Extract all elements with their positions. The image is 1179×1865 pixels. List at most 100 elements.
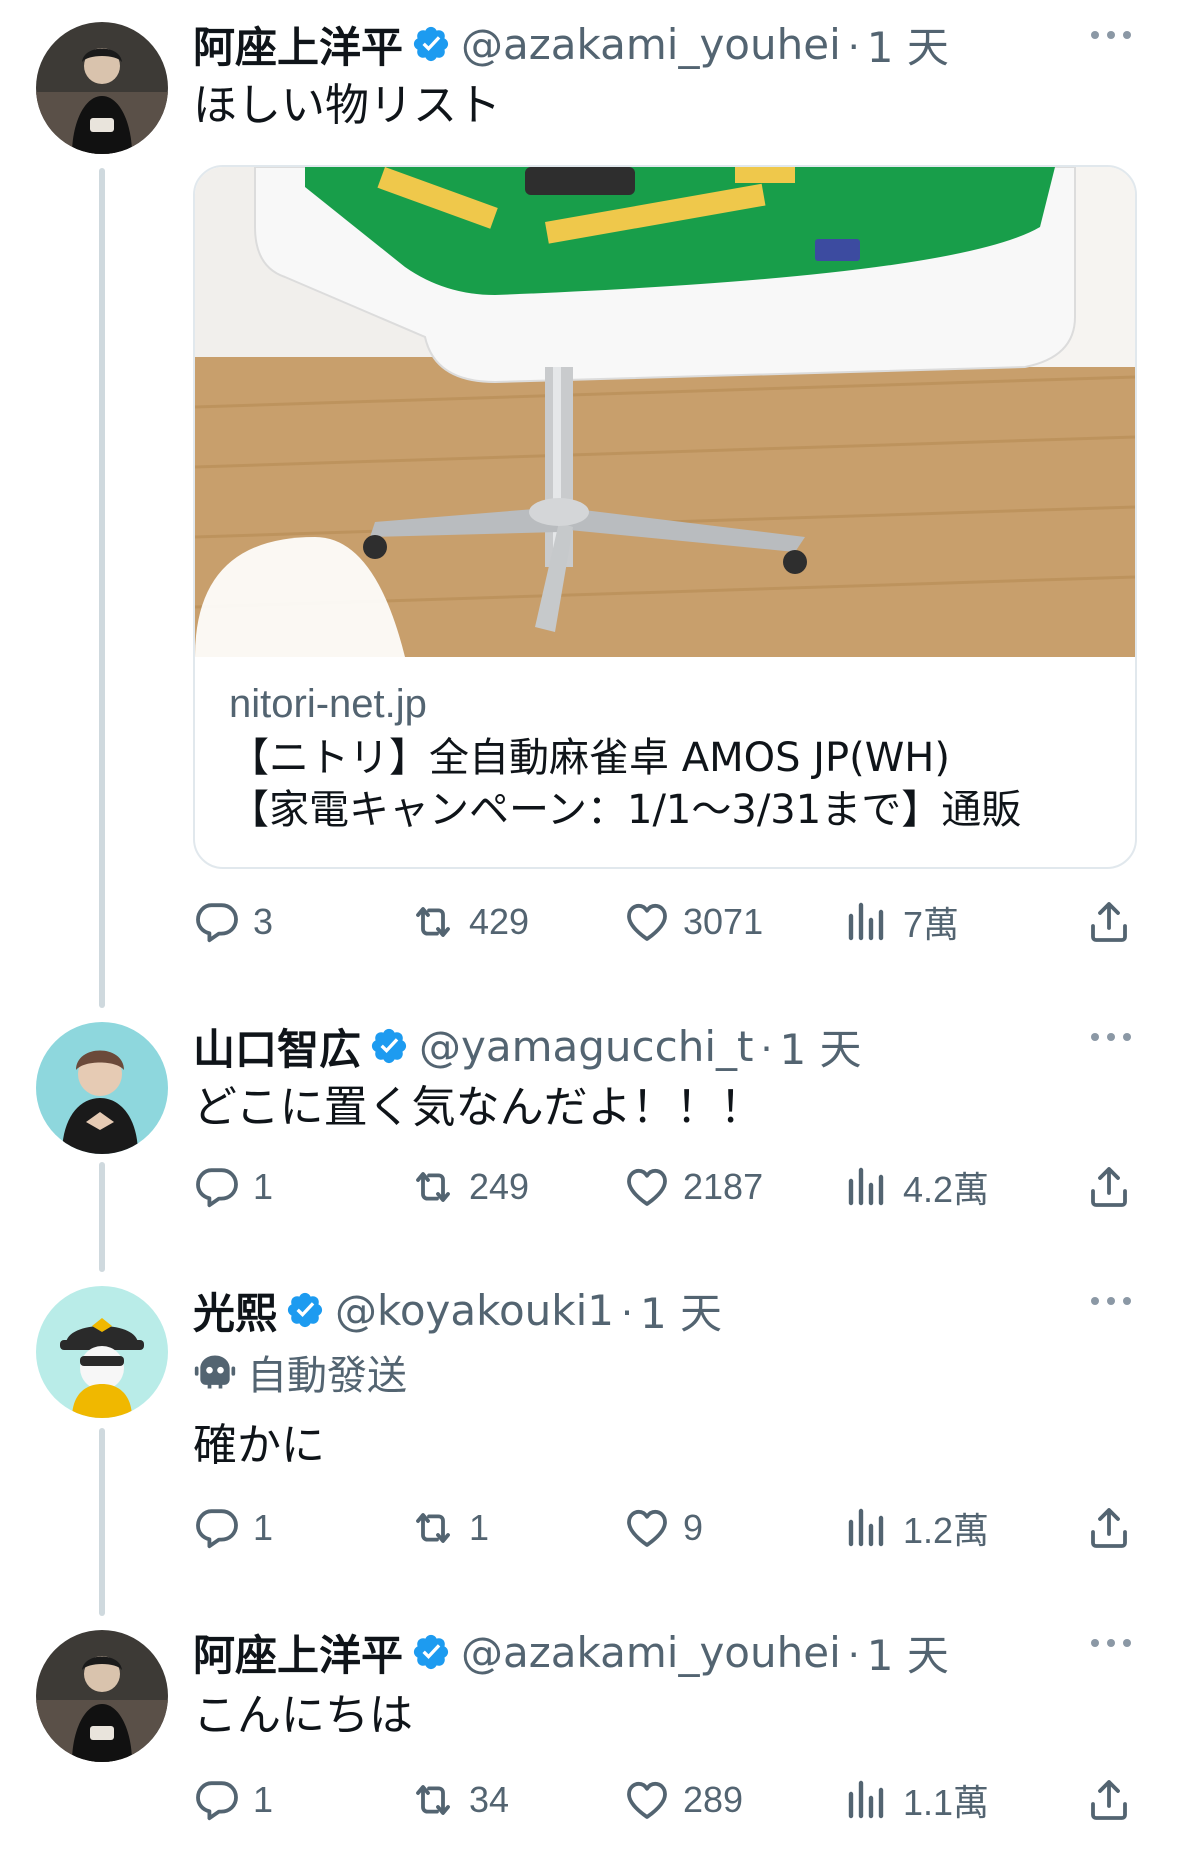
like-count: 9	[683, 1507, 704, 1548]
separator-dot: ·	[619, 1286, 634, 1333]
card-domain: nitori-net.jp	[229, 682, 427, 726]
author-handle[interactable]: @koyakouki1	[335, 1286, 614, 1335]
avatar[interactable]	[36, 1022, 168, 1154]
tweet[interactable]: 阿座上洋平 @azakami_youhei · 1 天 こんにちは 1 34 2…	[0, 1608, 1179, 1865]
timestamp[interactable]: 1 天	[779, 1016, 861, 1077]
retweet-button[interactable]: 1	[409, 1498, 489, 1558]
more-icon[interactable]	[1089, 1030, 1133, 1044]
retweet-count: 429	[469, 901, 530, 942]
share-button[interactable]	[1085, 1770, 1145, 1830]
separator-dot: ·	[759, 1022, 774, 1069]
timestamp[interactable]: 1 天	[867, 14, 949, 75]
like-count: 3071	[683, 901, 764, 942]
tweet-text: 確かに	[193, 1420, 325, 1471]
action-bar: 3 429 3071 7萬	[193, 892, 1139, 952]
share-icon	[1085, 1776, 1133, 1824]
tweet-text: どこに置く気なんだよ！！！	[193, 1082, 764, 1133]
avatar[interactable]	[36, 1630, 168, 1762]
views-count: 1.2萬	[903, 1510, 990, 1551]
retweet-count: 249	[469, 1166, 530, 1207]
retweet-count: 1	[469, 1507, 490, 1548]
like-button[interactable]: 289	[623, 1770, 743, 1830]
views-count: 7萬	[903, 904, 960, 945]
automated-text: 自動發送	[247, 1353, 407, 1399]
author-handle[interactable]: @azakami_youhei	[461, 1628, 841, 1677]
like-button[interactable]: 2187	[623, 1157, 763, 1217]
author-name[interactable]: 阿座上洋平	[193, 1622, 403, 1683]
views-icon	[843, 898, 891, 946]
more-icon[interactable]	[1089, 28, 1133, 42]
tweet[interactable]: 阿座上洋平 @azakami_youhei · 1 天 ほしい物リスト nito…	[0, 0, 1179, 1000]
reply-icon	[193, 1163, 241, 1211]
views-icon	[843, 1163, 891, 1211]
retweet-button[interactable]: 429	[409, 892, 529, 952]
avatar[interactable]	[36, 1286, 168, 1418]
timestamp[interactable]: 1 天	[867, 1622, 949, 1683]
tweet-header: 山口智広 @yamagucchi_t · 1 天	[193, 1016, 1139, 1076]
retweet-icon	[409, 1776, 457, 1824]
views-count: 4.2萬	[903, 1169, 990, 1210]
like-button[interactable]: 9	[623, 1498, 703, 1558]
author-handle[interactable]: @yamagucchi_t	[419, 1022, 753, 1071]
avatar[interactable]	[36, 22, 168, 154]
timestamp[interactable]: 1 天	[640, 1280, 722, 1341]
tweet-header: 光熙 @koyakouki1 · 1 天	[193, 1280, 1139, 1340]
retweet-icon	[409, 898, 457, 946]
retweet-count: 34	[469, 1779, 510, 1820]
views-button[interactable]: 1.1萬	[843, 1770, 989, 1830]
author-handle[interactable]: @azakami_youhei	[461, 20, 841, 69]
separator-dot: ·	[846, 20, 861, 67]
tweet-header: 阿座上洋平 @azakami_youhei · 1 天	[193, 14, 1139, 74]
reply-count: 3	[253, 901, 274, 942]
retweet-button[interactable]: 34	[409, 1770, 509, 1830]
like-icon	[623, 1163, 671, 1211]
like-button[interactable]: 3071	[623, 892, 763, 952]
views-button[interactable]: 1.2萬	[843, 1498, 989, 1558]
author-name[interactable]: 阿座上洋平	[193, 14, 403, 75]
action-bar: 1 249 2187 4.2萬	[193, 1157, 1139, 1217]
views-button[interactable]: 4.2萬	[843, 1157, 989, 1217]
reply-count: 1	[253, 1779, 274, 1820]
bot-icon	[194, 1355, 236, 1389]
tweet-text: こんにちは	[193, 1690, 413, 1741]
more-icon[interactable]	[1089, 1294, 1133, 1308]
tweet[interactable]: 山口智広 @yamagucchi_t · 1 天 どこに置く気なんだよ！！！ 1…	[0, 1000, 1179, 1260]
like-count: 2187	[683, 1166, 764, 1207]
tweet-text: ほしい物リスト	[193, 80, 501, 131]
verified-badge-icon	[285, 1290, 325, 1330]
action-bar: 1 34 289 1.1萬	[193, 1770, 1139, 1830]
retweet-button[interactable]: 249	[409, 1157, 529, 1217]
tweet[interactable]: 光熙 @koyakouki1 · 1 天 自動發送 確かに 1 1 9 1.2萬	[0, 1266, 1179, 1606]
reply-button[interactable]: 3	[193, 892, 273, 952]
verified-badge-icon	[411, 24, 451, 64]
share-button[interactable]	[1085, 892, 1145, 952]
author-name[interactable]: 山口智広	[193, 1016, 361, 1077]
card-image	[195, 167, 1135, 657]
tweet-header: 阿座上洋平 @azakami_youhei · 1 天	[193, 1622, 1139, 1682]
retweet-icon	[409, 1163, 457, 1211]
reply-button[interactable]: 1	[193, 1157, 273, 1217]
share-button[interactable]	[1085, 1157, 1145, 1217]
share-icon	[1085, 1163, 1133, 1211]
views-icon	[843, 1776, 891, 1824]
like-icon	[623, 898, 671, 946]
reply-button[interactable]: 1	[193, 1498, 273, 1558]
reply-icon	[193, 1504, 241, 1552]
more-icon[interactable]	[1089, 1636, 1133, 1650]
like-count: 289	[683, 1779, 744, 1820]
reply-icon	[193, 898, 241, 946]
verified-badge-icon	[369, 1026, 409, 1066]
reply-icon	[193, 1776, 241, 1824]
card-title: 【ニトリ】全自動麻雀卓 AMOS JP(WH) 【家電キャンペーン：1/1～3/…	[229, 732, 1105, 836]
share-icon	[1085, 1504, 1133, 1552]
reply-count: 1	[253, 1166, 274, 1207]
link-card[interactable]: nitori-net.jp 【ニトリ】全自動麻雀卓 AMOS JP(WH) 【家…	[193, 165, 1137, 869]
reply-count: 1	[253, 1507, 274, 1548]
share-button[interactable]	[1085, 1498, 1145, 1558]
automated-label: 自動發送	[193, 1342, 407, 1402]
views-button[interactable]: 7萬	[843, 892, 959, 952]
like-icon	[623, 1776, 671, 1824]
author-name[interactable]: 光熙	[193, 1280, 277, 1341]
reply-button[interactable]: 1	[193, 1770, 273, 1830]
action-bar: 1 1 9 1.2萬	[193, 1498, 1139, 1558]
